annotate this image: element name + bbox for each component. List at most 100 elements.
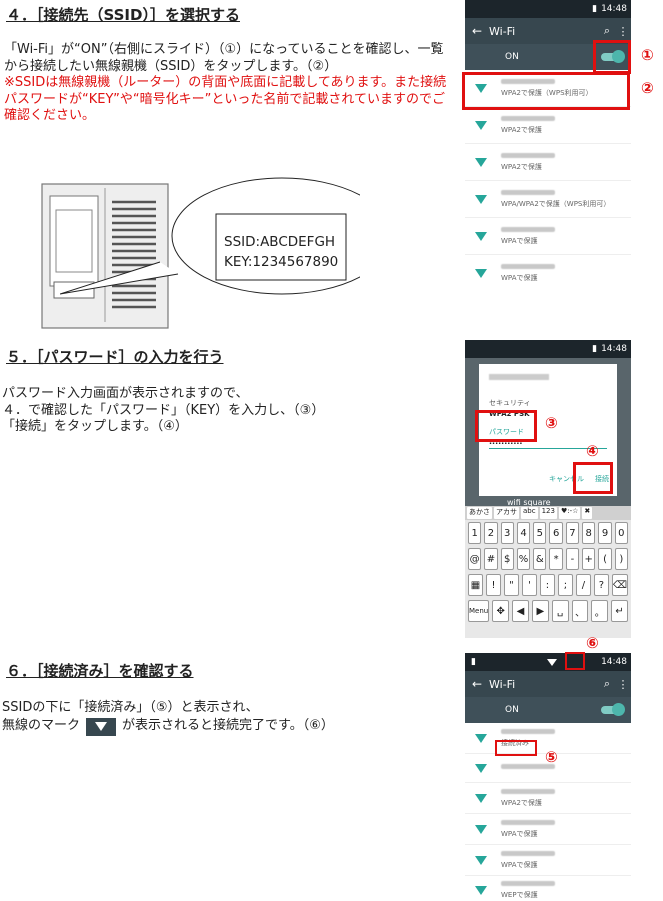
key[interactable]: ) — [614, 548, 628, 570]
key[interactable]: % — [516, 548, 531, 570]
section4-text: 「Wi-Fi」が“ON”（右側にスライド）（①）になっていることを確認し、一覧か… — [4, 42, 444, 74]
highlight-network — [462, 72, 630, 110]
keyboard: あかさ アカサ abc 123 ♥:-☆ ✖ 1234567890 @ # $% & *… — [465, 506, 631, 638]
key[interactable]: 4 — [516, 522, 531, 544]
clock: 14:48 — [601, 344, 627, 354]
back-arrow-icon[interactable]: ← — [465, 24, 489, 38]
key[interactable]: 。 — [591, 600, 609, 622]
key[interactable]: / — [575, 574, 591, 596]
backspace-key[interactable]: ⌫ — [611, 574, 629, 596]
phone-connected: ▮ 14:48 ← Wi-Fi ⌕ ⋮ ON 接続済み WPA2で保護 WPAで… — [465, 653, 631, 901]
section5-line2: ４．で確認した「パスワード」（KEY）を入力し、（③） — [2, 402, 325, 418]
key[interactable]: 、 — [571, 600, 589, 622]
network-item[interactable]: WPA2で保護 — [465, 144, 631, 181]
left-arrow-key[interactable]: ◀ — [512, 600, 529, 622]
space-key[interactable]: ␣ — [551, 600, 569, 622]
network-item[interactable]: WPA/WPA2で保護（WPS利用可） — [465, 181, 631, 218]
key[interactable]: 0 — [614, 522, 628, 544]
battery-icon: ▮ — [592, 4, 598, 14]
status-bar: ▮ 14:48 — [465, 340, 631, 358]
wifi-signal-icon — [475, 733, 487, 743]
network-status: WPAで保護 — [501, 860, 538, 869]
wifi-signal-icon — [475, 157, 487, 167]
section4-note: ※SSIDは無線親機（ルーター）の背面や底面に記載してあります。また接続パスワー… — [4, 75, 447, 123]
key[interactable]: ; — [557, 574, 573, 596]
kb-tab[interactable]: 123 — [539, 507, 557, 519]
key[interactable]: 9 — [598, 522, 612, 544]
marker-6: ⑥ — [586, 634, 599, 652]
key[interactable]: 8 — [582, 522, 596, 544]
section5-heading: ５．［パスワード］の入力を行う — [6, 348, 224, 366]
network-item[interactable]: WPAで保護 — [465, 814, 631, 845]
wifi-signal-icon — [475, 231, 487, 241]
back-arrow-icon[interactable]: ← — [465, 677, 489, 691]
key[interactable]: * — [549, 548, 563, 570]
network-status: WPAで保護 — [501, 829, 538, 838]
search-icon[interactable]: ⌕ — [599, 677, 615, 691]
network-item[interactable]: WPAで保護 — [465, 218, 631, 255]
search-icon[interactable]: ⌕ — [599, 24, 615, 38]
network-item[interactable]: WPA2で保護 — [465, 783, 631, 814]
kb-tab[interactable]: abc — [521, 507, 538, 519]
network-status: WPA2で保護 — [501, 125, 542, 134]
section4-paragraph: 「Wi-Fi」が“ON”（右側にスライド）（①）になっていることを確認し、一覧か… — [4, 42, 448, 125]
key[interactable]: 6 — [549, 522, 563, 544]
right-arrow-key[interactable]: ▶ — [531, 600, 549, 622]
app-bar: ← Wi-Fi ⌕ ⋮ — [465, 671, 631, 697]
wifi-mark-icon — [86, 717, 117, 736]
network-item[interactable]: WPA2で保護 — [465, 107, 631, 144]
app-bar-title: Wi-Fi — [489, 677, 516, 691]
kb-tab[interactable]: ✖ — [582, 507, 593, 519]
key[interactable]: 5 — [533, 522, 547, 544]
wifi-signal-icon — [475, 120, 487, 130]
kb-tab[interactable]: ♥:-☆ — [558, 507, 581, 519]
wifi-toggle-row[interactable]: ON — [465, 697, 631, 723]
network-status: WEPで保護 — [501, 890, 538, 899]
network-item[interactable]: WPAで保護 — [465, 255, 631, 290]
key[interactable]: 7 — [565, 522, 580, 544]
network-name-blurred — [501, 728, 555, 734]
key[interactable]: ' — [521, 574, 537, 596]
wifi-signal-icon — [475, 885, 487, 895]
more-menu-icon[interactable]: ⋮ — [615, 25, 631, 38]
section5-paragraph: パスワード入力画面が表示されますので、 ４．で確認した「パスワード」（KEY）を… — [2, 386, 432, 436]
kb-tab[interactable]: アカサ — [494, 507, 519, 519]
key[interactable]: " — [503, 574, 519, 596]
key[interactable]: ? — [593, 574, 609, 596]
wifi-signal-icon — [475, 268, 487, 278]
key[interactable]: ! — [485, 574, 501, 596]
section5-line3: 「接続」をタップします。（④） — [2, 419, 188, 434]
highlight-password — [475, 410, 537, 442]
wifi-toggle-switch[interactable] — [601, 703, 625, 716]
more-menu-icon[interactable]: ⋮ — [615, 678, 631, 691]
key[interactable]: ▦ — [468, 574, 483, 596]
highlight-connect — [573, 462, 613, 494]
key[interactable]: : — [539, 574, 555, 596]
key[interactable]: ✥ — [492, 600, 510, 622]
key[interactable]: & — [533, 548, 547, 570]
enter-key[interactable]: ↵ — [611, 600, 629, 622]
status-bar: ▮ 14:48 — [465, 653, 631, 671]
network-item[interactable]: WPAで保護 — [465, 845, 631, 876]
battery-icon: ▮ — [471, 657, 476, 667]
key[interactable]: @ — [468, 548, 482, 570]
network-status: WPA2で保護 — [501, 162, 542, 171]
key[interactable]: # — [484, 548, 498, 570]
key[interactable]: ( — [598, 548, 612, 570]
network-status: WPA/WPA2で保護（WPS利用可） — [501, 199, 611, 208]
key[interactable]: + — [582, 548, 596, 570]
kb-tab[interactable]: あかさ — [467, 507, 492, 519]
key[interactable]: 3 — [500, 522, 514, 544]
security-label: セキュリティ — [489, 399, 531, 407]
section5-line1: パスワード入力画面が表示されますので、 — [2, 386, 249, 401]
key[interactable]: $ — [500, 548, 514, 570]
network-item[interactable]: WEPで保護 — [465, 876, 631, 901]
wifi-status-icon — [547, 658, 558, 666]
router-label: SSID:ABCDEFGH KEY:1234567890 — [224, 232, 338, 272]
key[interactable]: - — [565, 548, 580, 570]
key[interactable]: 2 — [484, 522, 498, 544]
menu-key[interactable]: Menu — [468, 600, 490, 622]
wifi-signal-icon — [475, 763, 487, 773]
key[interactable]: 1 — [468, 522, 482, 544]
wifi-signal-icon — [475, 824, 487, 834]
